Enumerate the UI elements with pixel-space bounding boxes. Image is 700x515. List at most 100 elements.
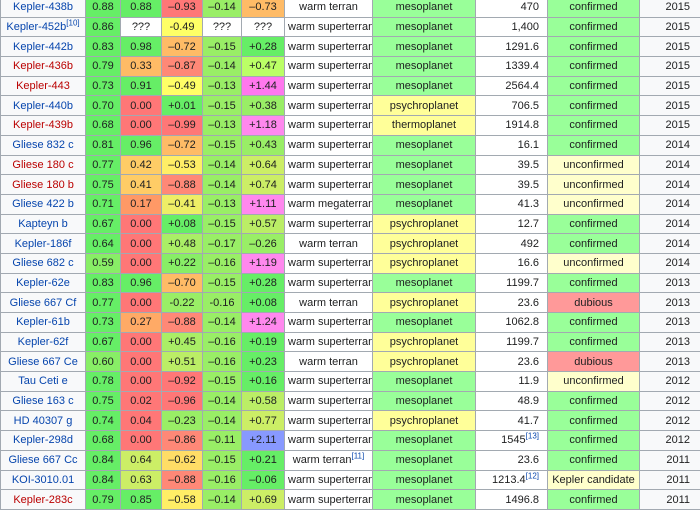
distance-value: 23.6 — [517, 454, 539, 467]
planet-link[interactable]: Gliese 422 b — [12, 198, 74, 210]
year-cell: 2013 — [639, 312, 700, 333]
planet-link[interactable]: Gliese 667 Cc — [8, 454, 77, 466]
planet-link[interactable]: Kepler-439b — [13, 119, 73, 131]
year-cell: 2012 — [639, 430, 700, 451]
planet-link[interactable]: Tau Ceti e — [18, 375, 68, 387]
status-cell: confirmed — [547, 449, 640, 471]
planet-link[interactable]: Kepler-62f — [18, 336, 69, 348]
htemp-cell-value: –0.87 — [168, 60, 196, 73]
planet-name-cell: Kepler-283c — [0, 489, 86, 510]
hpress-cell: –0.14 — [202, 489, 242, 510]
distance-value: 492 — [520, 237, 539, 250]
planet-link[interactable]: Kepler-440b — [13, 100, 73, 112]
hvol-cell-value: ??? — [253, 21, 273, 34]
sph-cell: 0.85 — [120, 489, 162, 510]
htemp-cell: –0.96 — [161, 390, 203, 412]
thermal-class-cell-value: mesoplanet — [395, 1, 453, 14]
planet-link[interactable]: Gliese 180 b — [12, 179, 74, 191]
planet-link[interactable]: Kepler-436b — [13, 60, 73, 72]
thermal-class-cell: mesoplanet — [372, 272, 476, 294]
sph-cell: 0.64 — [120, 449, 162, 471]
thermal-class-cell: mesoplanet — [372, 469, 476, 491]
hpress-cell: –0.15 — [202, 449, 242, 471]
esi-cell-value: 0.73 — [92, 316, 114, 329]
planet-link[interactable]: Gliese 682 c — [12, 257, 73, 269]
planet-link[interactable]: Kepler-442b — [13, 41, 73, 53]
planet-type-cell: warm superterran — [284, 75, 373, 97]
hvol-cell-value: –0.06 — [249, 473, 277, 486]
planet-link[interactable]: HD 40307 g — [14, 415, 73, 427]
citation-link[interactable]: [13] — [526, 432, 539, 441]
status-cell-value: confirmed — [569, 336, 618, 349]
planet-link[interactable]: Kepler-283c — [13, 494, 72, 506]
planet-type-cell: warm superterran — [284, 115, 373, 136]
sph-cell-value: 0.88 — [130, 1, 152, 14]
planet-name-cell: Kepler-443 — [0, 75, 86, 97]
planet-link[interactable]: Kepler-186f — [15, 238, 72, 250]
thermal-class-cell-value: mesoplanet — [395, 395, 453, 408]
planet-link[interactable]: Kepler-438b — [13, 1, 73, 13]
citation-link[interactable]: [12] — [526, 471, 539, 480]
planet-link[interactable]: Kepler-443 — [16, 80, 70, 92]
year-cell: 2015 — [639, 95, 700, 117]
planet-type-label: warm superterran — [288, 473, 373, 486]
esi-cell: 0.59 — [85, 252, 121, 274]
hpress-cell-value: –0.16 — [208, 336, 236, 349]
htemp-cell: –0.99 — [161, 115, 203, 136]
sph-cell-value: 0.85 — [130, 493, 152, 506]
distance-value: 41.7 — [517, 414, 539, 427]
esi-cell-value: 0.75 — [92, 395, 114, 408]
planet-type-label: warm superterran — [288, 119, 373, 132]
sph-cell: 0.96 — [120, 272, 162, 294]
status-cell: confirmed — [547, 16, 640, 38]
hvol-cell: +0.16 — [241, 371, 285, 392]
planet-link[interactable]: Gliese 667 Cf — [10, 297, 77, 309]
distance-cell: 1914.8 — [475, 115, 548, 136]
hvol-cell-value: +0.69 — [249, 493, 277, 506]
hvol-cell-value: +0.38 — [249, 99, 277, 112]
planet-type-label: warm terran — [299, 355, 358, 368]
planet-link[interactable]: Gliese 163 c — [12, 395, 73, 407]
planet-name-cell: Kepler-61b — [0, 312, 86, 333]
distance-cell: 2564.4 — [475, 75, 548, 97]
sph-cell-value: 0.96 — [130, 139, 152, 152]
status-cell-value: confirmed — [569, 414, 618, 427]
planet-type-cell: warm superterran — [284, 272, 373, 294]
planet-link[interactable]: Gliese 667 Ce — [8, 356, 78, 368]
distance-cell: 48.9 — [475, 390, 548, 412]
status-cell-value: Kepler candidate — [552, 473, 635, 486]
htemp-cell: –0.23 — [161, 410, 203, 432]
planet-link[interactable]: Kepler-298d — [13, 434, 73, 446]
distance-value: 39.5 — [517, 178, 539, 191]
year-value: 2015 — [665, 99, 690, 112]
planet-link[interactable]: Gliese 832 c — [12, 139, 73, 151]
planet-link[interactable]: Kepler-62e — [16, 277, 70, 289]
status-cell-value: confirmed — [569, 434, 618, 447]
sph-cell: 0.88 — [120, 0, 162, 18]
year-value: 2014 — [665, 217, 690, 230]
thermal-class-cell-value: psychroplanet — [389, 336, 459, 349]
planet-link[interactable]: Gliese 180 c — [12, 159, 73, 171]
table-row: Gliese 422 b 0.71 0.17 –0.41 –0.13 +1.11 warm … — [0, 193, 700, 215]
planet-type-label: warm superterran — [288, 40, 373, 53]
distance-cell: 1291.6 — [475, 36, 548, 58]
year-cell: 2011 — [639, 469, 700, 491]
citation-link[interactable]: [11] — [351, 452, 364, 461]
planet-type-cell: warm superterran — [284, 469, 373, 491]
table-row: Gliese 682 c 0.59 0.00 +0.22 –0.16 +1.19 warm … — [0, 252, 700, 274]
htemp-cell-value: –0.70 — [168, 276, 196, 289]
planet-link[interactable]: Kapteyn b — [18, 218, 68, 230]
sph-cell-value: 0.96 — [130, 276, 152, 289]
thermal-class-cell-value: thermoplanet — [391, 119, 457, 132]
planet-link[interactable]: KOI-3010.01 — [12, 474, 74, 486]
sph-cell: 0.91 — [120, 75, 162, 97]
planet-link[interactable]: Kepler-452b — [6, 21, 66, 33]
thermal-class-cell: mesoplanet — [372, 430, 476, 451]
htemp-cell-value: –0.88 — [168, 473, 196, 486]
citation-link[interactable]: [10] — [66, 18, 79, 27]
thermal-class-cell: mesoplanet — [372, 75, 476, 97]
planet-type-cell: warm superterran — [284, 430, 373, 451]
esi-cell-value: 0.74 — [92, 414, 114, 427]
thermal-class-cell: psychroplanet — [372, 331, 476, 353]
planet-link[interactable]: Kepler-61b — [16, 316, 70, 328]
